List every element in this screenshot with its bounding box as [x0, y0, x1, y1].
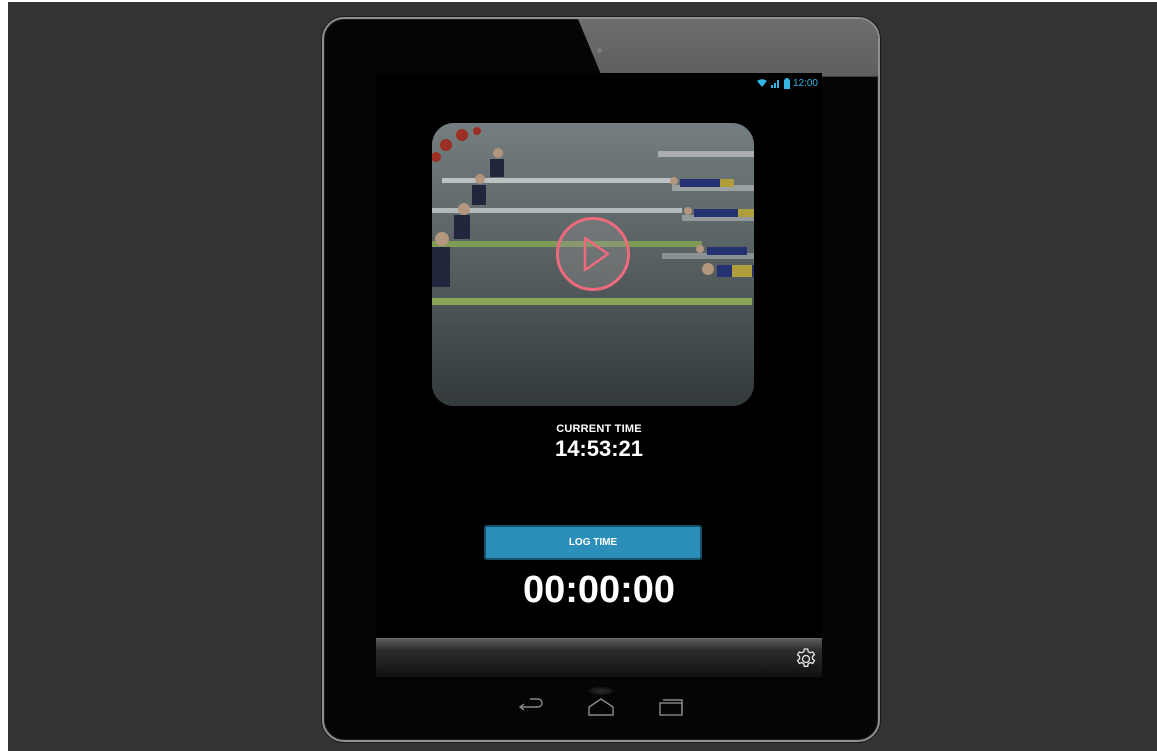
- play-icon: [583, 236, 610, 272]
- gear-icon: [796, 648, 816, 667]
- home-icon: [588, 698, 614, 716]
- back-icon: [518, 698, 543, 711]
- current-time-value: 14:53:21: [554, 436, 644, 461]
- settings-button[interactable]: [794, 647, 818, 671]
- viewport-edge: [0, 0, 8, 751]
- elapsed-timer: 00:00:00: [522, 569, 676, 611]
- recent-apps-icon: [659, 699, 683, 716]
- play-button[interactable]: [556, 217, 630, 291]
- app-viewport: 12:00 CURRENT TIME 14:53:21 LOG TIME 00:…: [0, 0, 1157, 751]
- home-button[interactable]: [586, 695, 616, 719]
- viewport-top-edge: [0, 0, 1157, 2]
- current-time-label: CURRENT TIME: [556, 423, 642, 435]
- back-button[interactable]: [516, 695, 546, 719]
- nav-glow: [589, 687, 613, 695]
- navigation-bar: [376, 687, 822, 731]
- video-thumbnail[interactable]: [432, 123, 754, 406]
- log-time-button[interactable]: LOG TIME: [484, 525, 702, 560]
- signal-icon: [770, 78, 781, 88]
- recent-apps-button[interactable]: [656, 695, 686, 719]
- status-bar: 12:00: [756, 76, 818, 90]
- battery-icon: [783, 77, 790, 89]
- device-screen: 12:00 CURRENT TIME 14:53:21 LOG TIME 00:…: [376, 73, 822, 676]
- front-camera: [597, 48, 602, 53]
- bottom-toolbar: [376, 638, 822, 677]
- tablet-frame: 12:00 CURRENT TIME 14:53:21 LOG TIME 00:…: [322, 17, 880, 742]
- wifi-icon: [756, 78, 768, 88]
- status-clock: 12:00: [792, 77, 818, 89]
